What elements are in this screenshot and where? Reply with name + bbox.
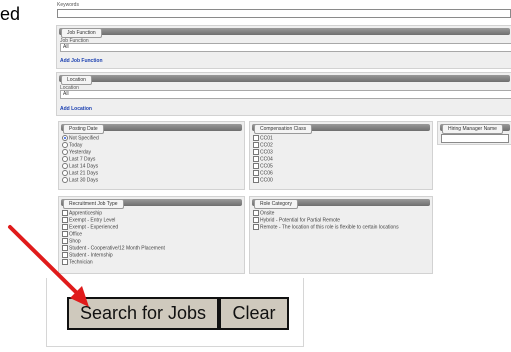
annotation-arrow	[8, 225, 89, 307]
annotation-arrow-shaft	[8, 225, 84, 300]
